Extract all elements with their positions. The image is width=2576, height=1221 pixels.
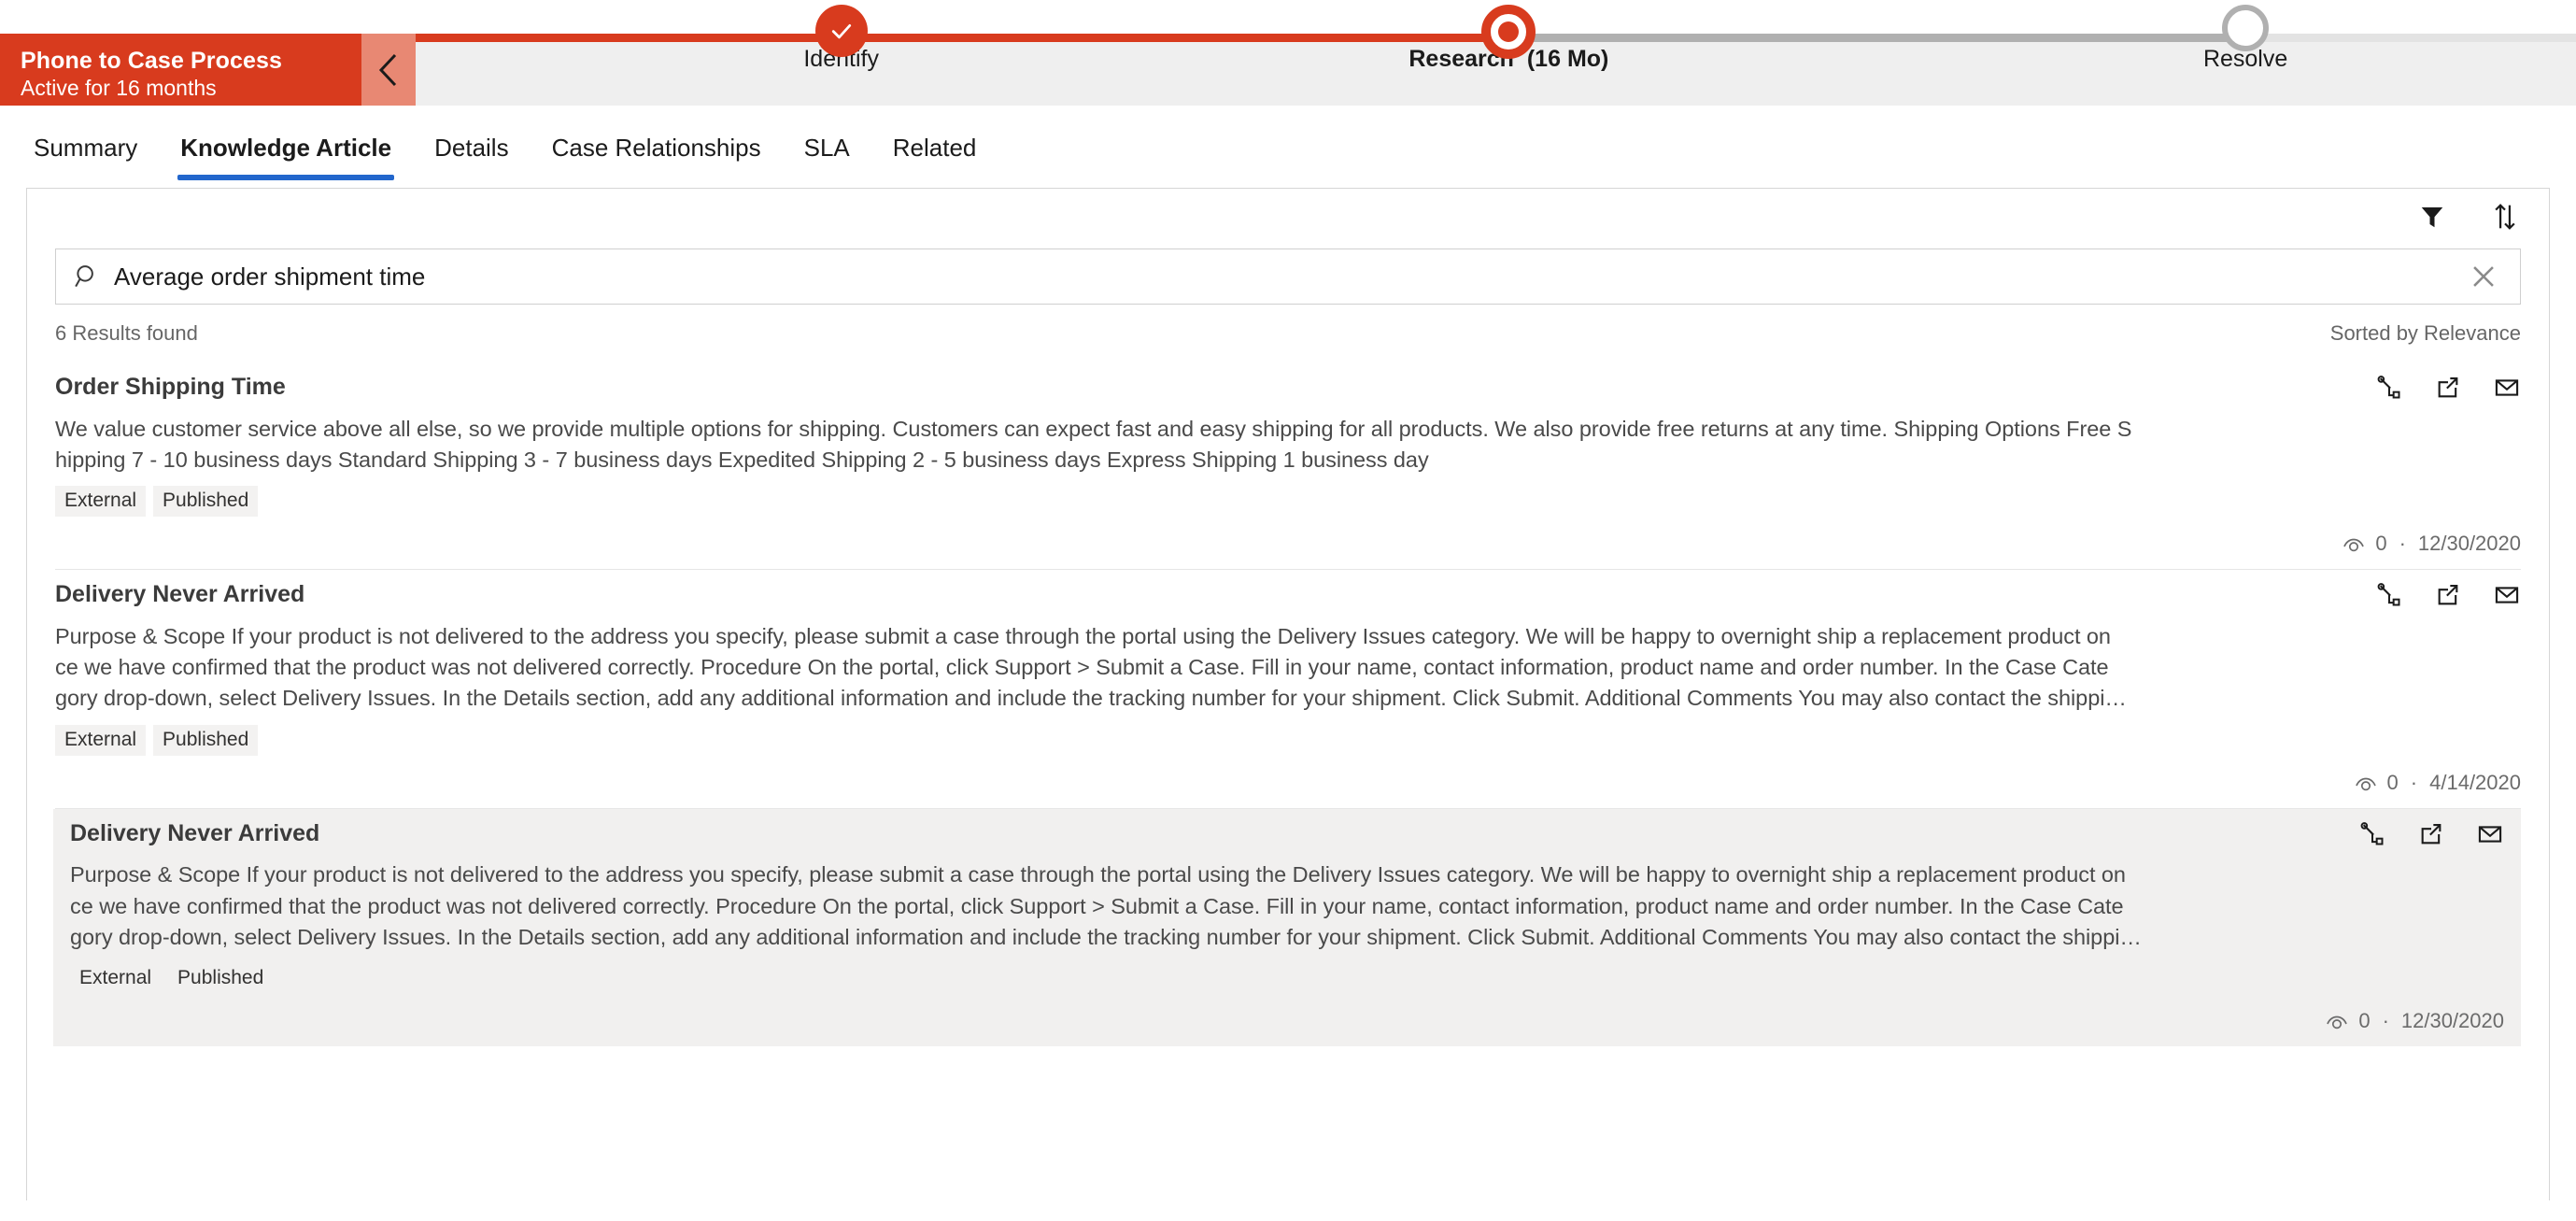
article-badges: External Published: [70, 963, 2504, 994]
open-in-new-window-icon[interactable]: [2434, 581, 2462, 609]
bpf-title-chip[interactable]: Phone to Case Process Active for 16 mont…: [0, 34, 361, 106]
stage-complete-check-circle: [814, 5, 868, 57]
stage-future-empty-circle: [2222, 5, 2270, 51]
snippet-line: Purpose & Scope If your product is not d…: [70, 862, 2126, 887]
knowledge-article-card[interactable]: Order Shipping Time We value customer se…: [55, 362, 2521, 571]
article-date: 4/14/2020: [2429, 770, 2521, 794]
article-footer: 0 · 12/30/2020: [55, 517, 2521, 569]
status-badge: External: [55, 486, 147, 518]
article-header: Delivery Never Arrived: [55, 579, 2521, 610]
knowledge-search-panel: 6 Results found Sorted by Relevance Orde…: [26, 188, 2550, 1200]
views-eye-icon: [2325, 1011, 2349, 1031]
open-in-new-window-icon[interactable]: [2434, 374, 2462, 402]
status-badge: Published: [177, 967, 264, 989]
snippet-line: hipping 7 - 10 business days Standard Sh…: [55, 447, 1429, 472]
bpf-collapse-button[interactable]: [361, 34, 416, 106]
email-icon[interactable]: [2493, 581, 2521, 609]
stage-current-target-circle: [1481, 5, 1536, 59]
sort-arrows-icon: [2491, 202, 2519, 236]
results-count-label: 6 Results found: [55, 321, 198, 345]
knowledge-article-card[interactable]: Delivery Never Arrived Purpose & Scope I…: [53, 808, 2521, 1047]
article-footer: 0 · 12/30/2020: [70, 994, 2504, 1046]
knowledge-article-card[interactable]: Delivery Never Arrived Purpose & Scope I…: [55, 570, 2521, 809]
knowledge-search-box[interactable]: [55, 248, 2521, 305]
status-badge: External: [55, 724, 147, 756]
bpf-stage-resolve[interactable]: Resolve: [2045, 5, 2446, 73]
search-input[interactable]: [114, 262, 2468, 291]
view-count: 0: [2386, 770, 2399, 794]
article-header: Order Shipping Time: [55, 372, 2521, 403]
article-header: Delivery Never Arrived: [70, 818, 2504, 849]
snippet-line: ce we have confirmed that the product wa…: [70, 893, 2124, 918]
view-count: 0: [2358, 1009, 2371, 1033]
article-badges: External Published: [55, 486, 2521, 518]
link-article-icon[interactable]: [2358, 820, 2386, 848]
tab-case-relationships[interactable]: Case Relationships: [531, 134, 783, 180]
snippet-line: gory drop-down, select Delivery Issues. …: [70, 925, 2142, 950]
view-count: 0: [2375, 532, 2387, 556]
article-title[interactable]: Delivery Never Arrived: [55, 579, 304, 610]
link-article-icon[interactable]: [2375, 374, 2403, 402]
article-snippet: Purpose & Scope If your product is not d…: [55, 621, 2521, 715]
separator-dot: ·: [2399, 532, 2406, 556]
snippet-line: We value customer service above all else…: [55, 416, 2132, 441]
article-action-icons: [2375, 579, 2521, 609]
email-icon[interactable]: [2493, 374, 2521, 402]
bpf-process-name: Phone to Case Process: [21, 47, 282, 74]
filter-button[interactable]: [2416, 203, 2448, 234]
bpf-stage-track: Identify Research (16 Mo) Resolve: [416, 5, 2576, 106]
snippet-line: ce we have confirmed that the product wa…: [55, 655, 2109, 680]
status-badge: Published: [153, 724, 259, 756]
tab-details[interactable]: Details: [413, 134, 530, 180]
separator-dot: ·: [2382, 1009, 2389, 1033]
clear-search-button[interactable]: [2468, 261, 2499, 292]
tab-sla[interactable]: SLA: [783, 134, 871, 180]
article-action-icons: [2375, 372, 2521, 402]
bpf-stage-identify[interactable]: Identify: [641, 5, 1042, 73]
open-in-new-window-icon[interactable]: [2417, 820, 2445, 848]
chevron-left-icon: [376, 51, 401, 89]
article-title[interactable]: Delivery Never Arrived: [70, 818, 319, 849]
snippet-line: Purpose & Scope If your product is not d…: [55, 623, 2111, 648]
article-action-icons: [2358, 818, 2504, 848]
knowledge-panel-toolbar: [27, 189, 2549, 248]
article-date: 12/30/2020: [2417, 532, 2521, 556]
status-badge: External: [79, 967, 152, 989]
bpf-stage-research[interactable]: Research (16 Mo): [1308, 5, 1709, 73]
tab-related[interactable]: Related: [871, 134, 998, 180]
link-article-icon[interactable]: [2375, 581, 2403, 609]
form-tab-strip: Summary Knowledge Article Details Case R…: [0, 106, 2576, 180]
article-snippet: Purpose & Scope If your product is not d…: [70, 859, 2504, 953]
email-icon[interactable]: [2476, 820, 2504, 848]
separator-dot: ·: [2410, 770, 2418, 794]
bpf-process-duration: Active for 16 months: [21, 76, 217, 101]
views-eye-icon: [2354, 773, 2378, 793]
snippet-line: gory drop-down, select Delivery Issues. …: [55, 686, 2127, 711]
tab-summary[interactable]: Summary: [34, 134, 159, 180]
filter-icon: [2418, 203, 2446, 235]
search-icon: [73, 263, 101, 291]
sort-button[interactable]: [2489, 203, 2521, 234]
article-footer: 0 · 4/14/2020: [55, 756, 2521, 808]
results-meta-row: 6 Results found Sorted by Relevance: [55, 305, 2521, 362]
tab-knowledge-article[interactable]: Knowledge Article: [159, 134, 413, 180]
article-snippet: We value customer service above all else…: [55, 414, 2521, 476]
views-eye-icon: [2342, 533, 2366, 554]
article-title[interactable]: Order Shipping Time: [55, 372, 286, 403]
article-badges: External Published: [55, 724, 2521, 756]
sort-order-label[interactable]: Sorted by Relevance: [2330, 321, 2521, 346]
article-date: 12/30/2020: [2400, 1009, 2504, 1033]
business-process-flow-bar: Phone to Case Process Active for 16 mont…: [0, 0, 2576, 106]
status-badge: Published: [153, 486, 259, 518]
panel-scrollbar[interactable]: [2547, 189, 2549, 1200]
knowledge-results-list: Order Shipping Time We value customer se…: [53, 362, 2521, 1047]
